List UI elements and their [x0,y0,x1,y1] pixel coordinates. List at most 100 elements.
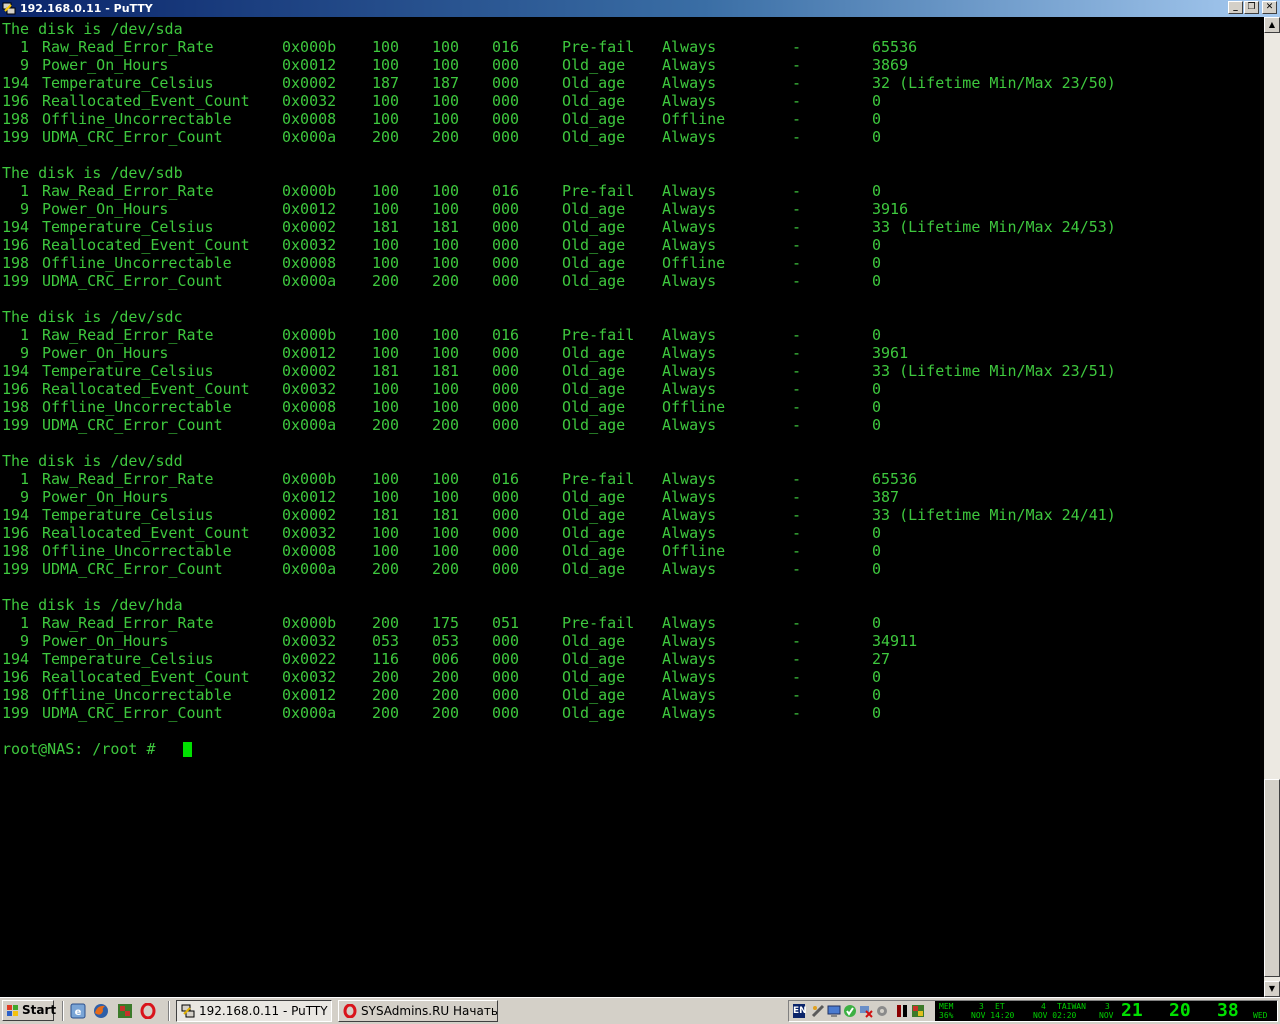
attr-updated: Always [662,470,717,488]
attr-id: 196 [2,236,30,254]
attr-worst: 100 [432,344,460,362]
attr-id: 9 [2,344,30,362]
attr-name: Reallocated_Event_Count [42,524,250,542]
close-button[interactable]: ✕ [1262,1,1277,14]
task-label: 192.168.0.11 - PuTTY [199,1004,328,1018]
start-label: Start [22,1003,57,1017]
grid-app-icon[interactable] [911,1004,925,1018]
attr-worst: 100 [432,398,460,416]
attr-type: Old_age [562,344,626,362]
attr-type: Old_age [562,686,626,704]
attr-updated: Always [662,200,717,218]
attr-value: 200 [372,416,400,434]
attr-thresh: 000 [492,560,520,578]
language-indicator[interactable]: EN [793,1004,807,1018]
attr-id: 9 [2,56,30,74]
attr-value: 100 [372,236,400,254]
vertical-scrollbar[interactable]: ▲ ▼ [1264,17,1280,997]
attr-value: 100 [372,254,400,272]
task-putty[interactable]: 192.168.0.11 - PuTTY [176,1000,332,1022]
attr-id: 198 [2,686,30,704]
smart-attribute-row: 194 Temperature_Celsius 0x0002 181 181 000 Old… [2,218,1252,236]
attr-thresh: 000 [492,524,520,542]
smart-attribute-row: 1 Raw_Read_Error_Rate 0x000b 100 100 016 Pre-f… [2,326,1252,344]
attr-value: 100 [372,542,400,560]
attr-id: 196 [2,524,30,542]
tz2-name: TAIWAN [1057,1002,1086,1011]
attr-worst: 006 [432,650,460,668]
minimize-button[interactable]: _ [1228,1,1243,14]
attr-type: Pre-fail [562,470,635,488]
attr-worst: 200 [432,560,460,578]
attr-raw-value: 0 [872,272,882,290]
terminal-output[interactable]: The disk is /dev/sda 1 Raw_Read_Error_Rat… [0,17,1264,997]
tz2-date: NOV 02:20 [1033,1011,1077,1020]
task-opera[interactable]: SYSAdmins.RU Начать н... [338,1000,498,1022]
smart-attribute-row: 198 Offline_Uncorrectable 0x0008 100 100 000 O… [2,542,1252,560]
scroll-down-arrow-icon[interactable]: ▼ [1264,981,1280,997]
attr-flag: 0x0012 [282,56,337,74]
smart-attribute-row: 196 Reallocated_Event_Count 0x0032 100 100 00… [2,92,1252,110]
attr-when-failed: - [792,74,802,92]
attr-worst: 100 [432,110,460,128]
tz1-name: ET [995,1002,1005,1011]
attr-thresh: 000 [492,668,520,686]
attr-type: Old_age [562,542,626,560]
ie-icon[interactable]: e [70,1003,86,1019]
attr-when-failed: - [792,56,802,74]
attr-flag: 0x000a [282,704,337,722]
attr-name: Power_On_Hours [42,56,169,74]
attr-worst: 200 [432,416,460,434]
smart-attribute-row: 9 Power_On_Hours 0x0012 100 100 000 Old_age Alw… [2,344,1252,362]
attr-value: 100 [372,470,400,488]
attr-updated: Always [662,506,717,524]
disk-header: The disk is /dev/sdd [2,452,183,470]
attr-when-failed: - [792,236,802,254]
attr-flag: 0x0032 [282,668,337,686]
taskbar-separator [168,1001,170,1021]
start-button[interactable]: Start [2,1000,57,1021]
attr-id: 1 [2,614,30,632]
network-error-icon[interactable] [859,1004,873,1018]
attr-type: Old_age [562,110,626,128]
attr-value: 100 [372,488,400,506]
attr-worst: 100 [432,254,460,272]
scroll-up-arrow-icon[interactable]: ▲ [1264,17,1280,33]
attr-flag: 0x0032 [282,524,337,542]
attr-type: Old_age [562,488,626,506]
firefox-icon[interactable] [93,1003,109,1019]
attr-thresh: 051 [492,614,520,632]
scroll-thumb[interactable] [1264,779,1280,977]
opera-icon[interactable] [140,1003,156,1019]
attr-name: UDMA_CRC_Error_Count [42,416,223,434]
attr-raw-value: 27 [872,650,891,668]
windows-logo-icon [7,1005,18,1016]
monitor-bar-icon[interactable] [895,1004,909,1018]
app-icon[interactable] [117,1003,133,1019]
attr-worst: 200 [432,668,460,686]
attr-flag: 0x0032 [282,380,337,398]
attr-type: Old_age [562,362,626,380]
window-titlebar[interactable]: 192.168.0.11 - PuTTY _ ❐ ✕ [0,0,1280,17]
attr-flag: 0x0002 [282,362,337,380]
clock-info-panel[interactable]: MEM 36% 3 ET NOV 14:20 4 TAIWAN NOV 02:2… [935,1001,1277,1021]
attr-type: Old_age [562,560,626,578]
attr-flag: 0x0012 [282,488,337,506]
attr-type: Old_age [562,398,626,416]
shield-icon[interactable] [843,1004,857,1018]
maximize-button[interactable]: ❐ [1244,1,1259,14]
network-icon[interactable] [811,1004,825,1018]
attr-worst: 100 [432,38,460,56]
attr-value: 200 [372,668,400,686]
smart-attribute-row: 1 Raw_Read_Error_Rate 0x000b 100 100 016 Pre-f… [2,470,1252,488]
attr-updated: Always [662,38,717,56]
attr-id: 194 [2,218,30,236]
smart-attribute-row: 9 Power_On_Hours 0x0012 100 100 000 Old_age Alw… [2,56,1252,74]
attr-raw-value: 0 [872,398,882,416]
computer-icon[interactable] [827,1004,841,1018]
disk-header: The disk is /dev/sda [2,20,183,38]
gear-icon[interactable] [875,1004,889,1018]
attr-value: 100 [372,398,400,416]
smart-attribute-row: 194 Temperature_Celsius 0x0002 187 187 000 Old… [2,74,1252,92]
attr-type: Old_age [562,668,626,686]
